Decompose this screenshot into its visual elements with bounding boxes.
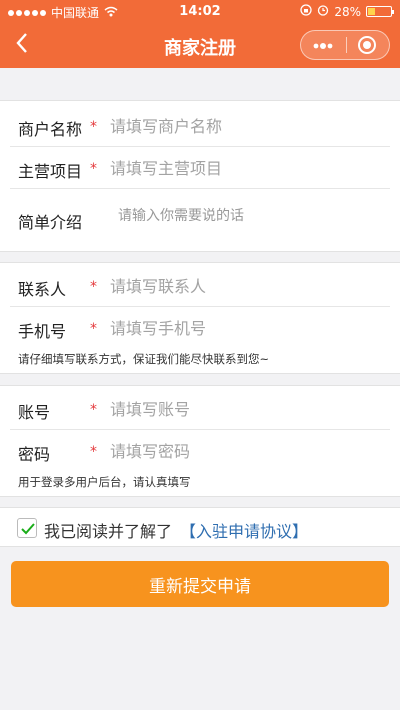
check-icon: [21, 523, 35, 535]
form-row-merchant-name: 商户名称 *: [0, 105, 400, 147]
navigation-bar: 商家注册: [0, 22, 400, 68]
form-row-phone: 手机号 *: [0, 307, 400, 349]
phone-input[interactable]: [110, 316, 380, 340]
agreement-row: 我已阅读并了解了 【入驻申请协议】: [0, 507, 400, 547]
introduction-textarea[interactable]: [118, 205, 380, 263]
field-label: 密码: [18, 445, 51, 464]
form-row-contact: 联系人 *: [0, 265, 400, 307]
required-mark: *: [90, 119, 97, 135]
form-row-account: 账号 *: [0, 388, 400, 430]
password-input[interactable]: [110, 439, 380, 463]
required-mark: *: [90, 402, 97, 418]
field-label: 手机号: [18, 322, 67, 341]
field-label: 简单介绍: [18, 213, 83, 232]
field-label: 账号: [18, 403, 51, 422]
required-mark: *: [90, 444, 97, 460]
agreement-text: 我已阅读并了解了: [44, 522, 173, 541]
merchant-name-input[interactable]: [110, 114, 380, 138]
account-hint: 用于登录多用户后台，请认真填写: [18, 475, 191, 489]
capsule-divider: [346, 37, 347, 53]
account-section: 账号 * 密码 * 用于登录多用户后台，请认真填写: [0, 385, 400, 497]
account-input[interactable]: [110, 397, 380, 421]
required-mark: *: [90, 321, 97, 337]
status-right: 28%: [300, 4, 394, 19]
form-row-main-business: 主营项目 *: [0, 147, 400, 189]
contact-name-input[interactable]: [110, 274, 380, 298]
battery-percent: 28%: [334, 4, 361, 19]
status-bar: 中国联通 14:02 28%: [0, 0, 400, 22]
contact-section: 联系人 * 手机号 * 请仔细填写联系方式，保证我们能尽快联系到您~: [0, 262, 400, 374]
more-dots-icon[interactable]: [312, 38, 334, 56]
alarm-icon: [317, 4, 329, 19]
field-label: 主营项目: [18, 162, 83, 181]
agreement-checkbox[interactable]: [17, 518, 37, 538]
merchant-info-section: 商户名称 * 主营项目 * 简单介绍: [0, 100, 400, 263]
target-circle-icon[interactable]: [358, 36, 376, 54]
required-mark: *: [90, 161, 97, 177]
mini-program-capsule: [300, 30, 390, 60]
rotation-lock-icon: [300, 4, 312, 19]
contact-hint: 请仔细填写联系方式，保证我们能尽快联系到您~: [18, 352, 270, 366]
agreement-link[interactable]: 【入驻申请协议】: [180, 518, 308, 542]
required-mark: *: [90, 279, 97, 295]
field-label: 联系人: [18, 280, 67, 299]
form-row-introduction: 简单介绍: [0, 189, 400, 263]
field-label: 商户名称: [18, 120, 83, 139]
battery-icon: [366, 6, 394, 17]
form-row-password: 密码 *: [0, 430, 400, 472]
resubmit-button[interactable]: 重新提交申请: [11, 561, 389, 607]
main-business-input[interactable]: [110, 156, 380, 180]
